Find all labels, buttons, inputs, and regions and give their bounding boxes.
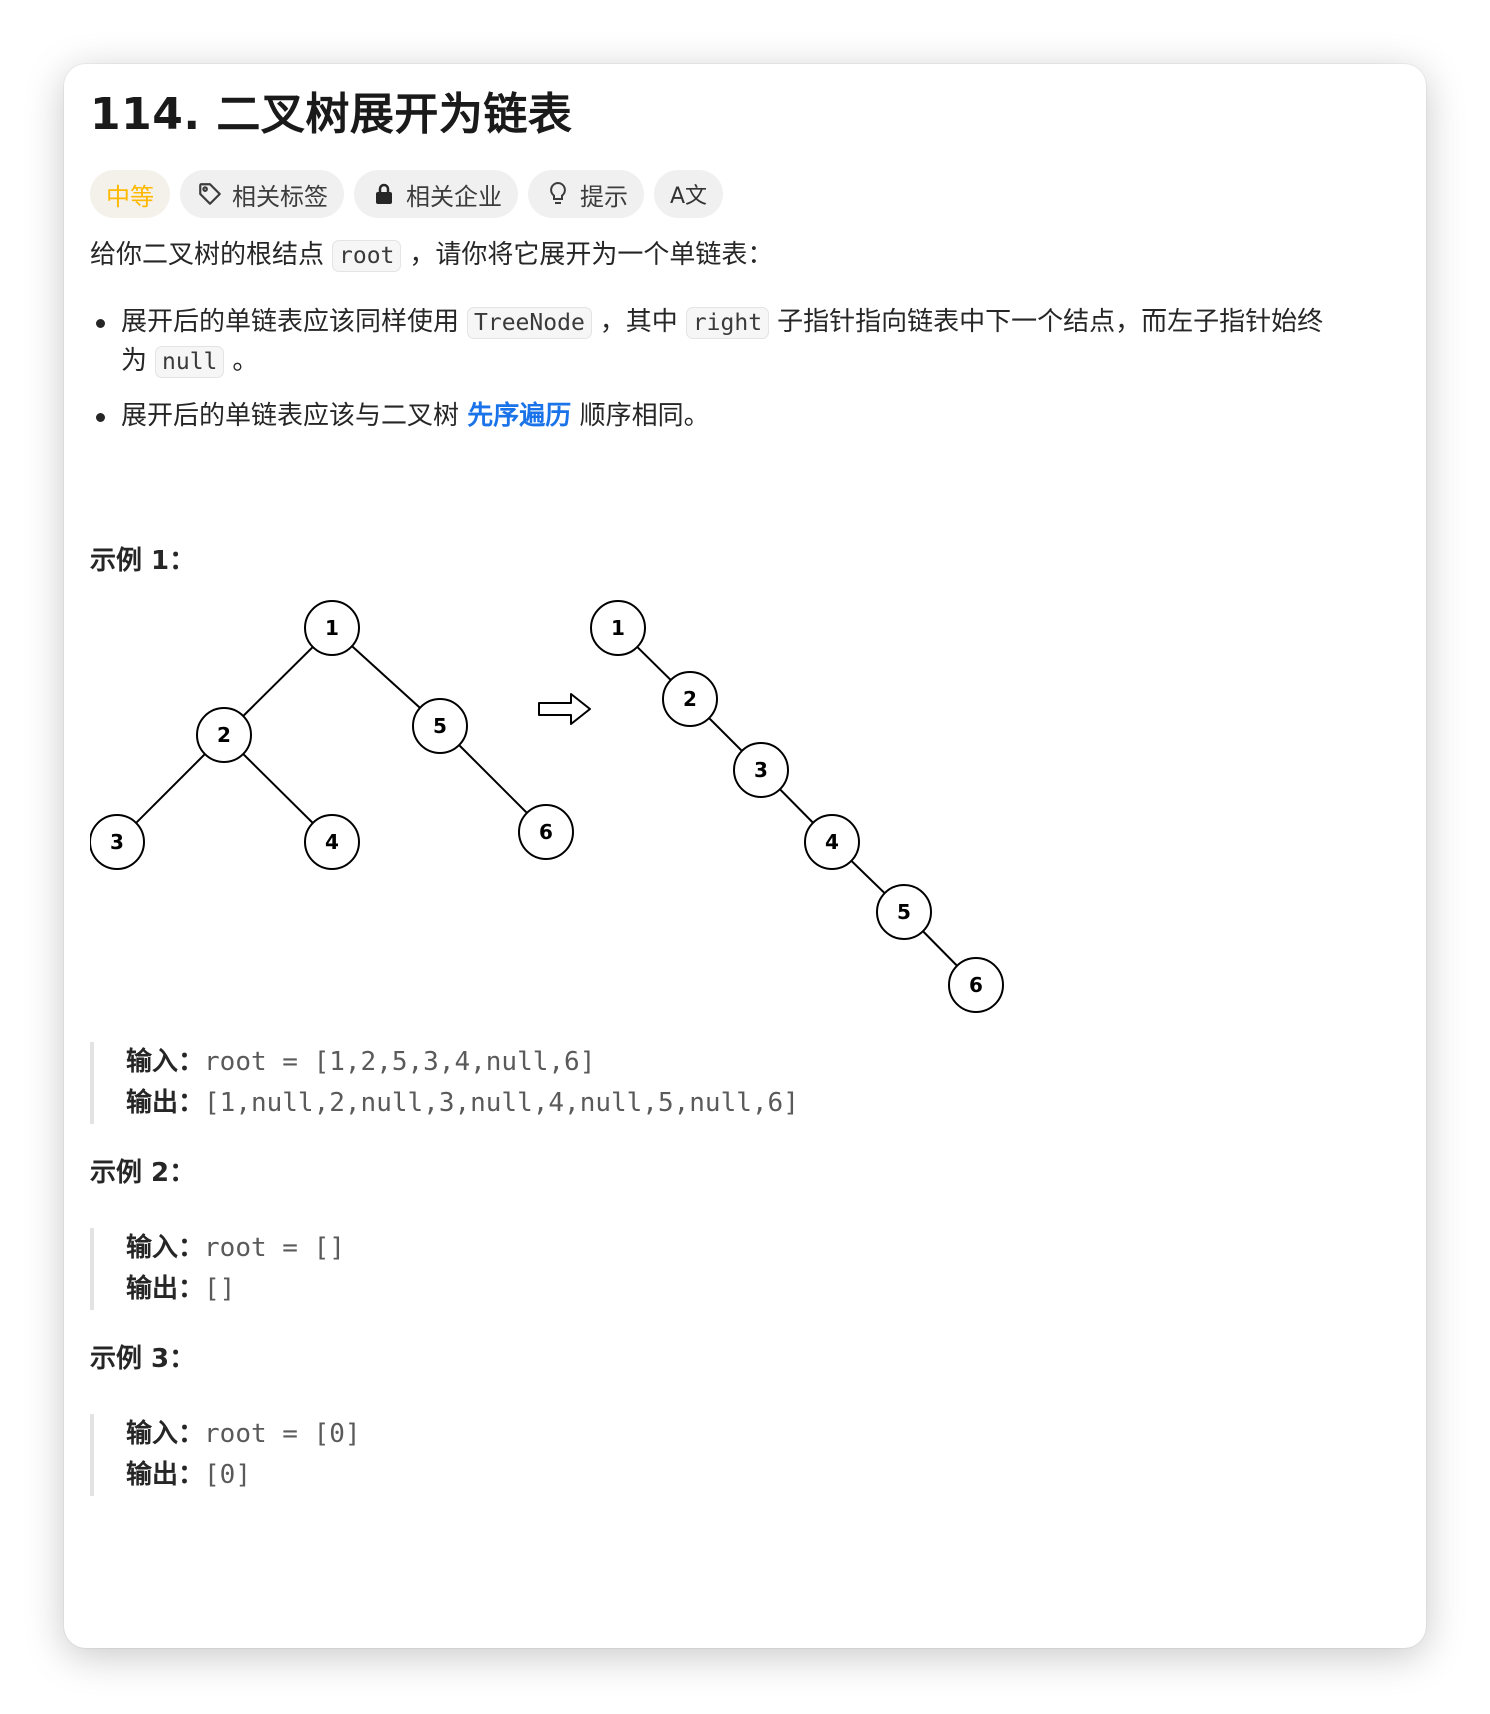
related-tags-label: 相关标签	[232, 182, 328, 211]
tree-node: 6	[518, 804, 574, 860]
page-title: 114. 二叉树展开为链表	[90, 89, 573, 140]
translate-button[interactable]: A文	[654, 170, 724, 218]
hint-button[interactable]: 提示	[528, 170, 644, 218]
tree-nodes: 1 2 5 3 4 6	[90, 600, 574, 870]
svg-text:1: 1	[611, 616, 625, 640]
list-node: 3	[733, 742, 789, 798]
example-2-title: 示例 2：	[90, 1158, 196, 1188]
example-3-block: 输入：root = [0] 输出：[0]	[90, 1414, 361, 1496]
example-1-title: 示例 1：	[90, 546, 196, 576]
related-companies-label: 相关企业	[406, 182, 502, 211]
svg-text:4: 4	[325, 830, 339, 854]
svg-text:2: 2	[683, 687, 697, 711]
bullet-text: 展开后的单链表应该同样使用	[121, 307, 460, 337]
bullet-text: 为	[121, 346, 148, 376]
tree-node: 5	[412, 698, 468, 754]
output-label: 输出：	[126, 1460, 205, 1490]
example-output-line: 输出：[1,null,2,null,3,null,4,null,5,null,6…	[126, 1083, 799, 1124]
output-label: 输出：	[126, 1088, 205, 1118]
related-companies-button[interactable]: 相关企业	[354, 170, 518, 218]
tag-icon	[196, 180, 224, 208]
lightbulb-icon	[544, 180, 572, 208]
output-value: [0]	[204, 1460, 251, 1490]
related-tags-button[interactable]: 相关标签	[180, 170, 344, 218]
svg-text:3: 3	[754, 758, 768, 782]
list-item: 展开后的单链表应该同样使用 TreeNode ，其中 right 子指针指向链表中下一个…	[90, 302, 1400, 386]
bullet-text: 顺序相同。	[579, 401, 710, 431]
example-output-line: 输出：[0]	[126, 1455, 361, 1496]
intro-paragraph: 给你二叉树的根结点 root ，请你将它展开为一个单链表：	[90, 234, 773, 277]
input-value: root = []	[204, 1233, 345, 1263]
list-item: 展开后的单链表应该与二叉树 先序遍历 顺序相同。	[90, 396, 1400, 438]
list-node: 6	[948, 957, 1004, 1013]
code-root: root	[332, 240, 402, 272]
difficulty-badge[interactable]: 中等	[90, 170, 170, 218]
preorder-link[interactable]: 先序遍历	[467, 401, 571, 431]
bullet-line: 为 null。	[121, 341, 258, 383]
bullet-dot	[96, 319, 105, 328]
svg-text:6: 6	[539, 820, 553, 844]
svg-text:3: 3	[110, 830, 124, 854]
input-label: 输入：	[126, 1233, 205, 1263]
input-label: 输入：	[126, 1419, 205, 1449]
intro-text: 给你二叉树的根结点	[90, 240, 325, 270]
example-3-title: 示例 3：	[90, 1344, 196, 1374]
list-node: 5	[876, 884, 932, 940]
example-1-diagram: 1 2 5 3 4 6 1 2 3 4 5 6	[90, 600, 1004, 1013]
svg-text:5: 5	[897, 900, 911, 924]
list-node: 2	[662, 671, 718, 727]
input-value: root = [0]	[204, 1419, 361, 1449]
lock-icon	[370, 180, 398, 208]
tree-node: 2	[196, 707, 252, 763]
svg-text:6: 6	[969, 973, 983, 997]
bullet-text: 。	[232, 346, 259, 376]
bullet-text: 子指针指向链表中下一个结点，而左子指针始终	[777, 307, 1324, 337]
svg-text:2: 2	[217, 723, 231, 747]
svg-text:1: 1	[325, 616, 339, 640]
svg-text:4: 4	[825, 830, 839, 854]
bullet-line: 展开后的单链表应该与二叉树 先序遍历 顺序相同。	[121, 396, 710, 437]
tree-node: 3	[90, 814, 145, 870]
bullet-dot	[96, 413, 105, 422]
example-output-line: 输出：[]	[126, 1269, 345, 1310]
example-2-block: 输入：root = [] 输出：[]	[90, 1228, 345, 1310]
code-right: right	[685, 307, 770, 339]
problem-card: 114. 二叉树展开为链表 中等 相关标签 相关企业 提示 A文 给你二叉树的根…	[64, 64, 1426, 1648]
bullet-text: 展开后的单链表应该与二叉树	[121, 401, 460, 431]
difficulty-label: 中等	[106, 182, 154, 211]
tree-node: 4	[304, 814, 360, 870]
intro-text-end: ，请你将它展开为一个单链表：	[409, 240, 774, 270]
example-input-line: 输入：root = []	[126, 1228, 345, 1269]
tag-bar: 中等 相关标签 相关企业 提示 A文	[90, 170, 724, 218]
list-node: 1	[590, 600, 646, 656]
svg-text:5: 5	[433, 714, 447, 738]
example-input-line: 输入：root = [0]	[126, 1414, 361, 1455]
code-treenode: TreeNode	[467, 307, 592, 339]
output-label: 输出：	[126, 1274, 205, 1304]
output-value: []	[204, 1274, 236, 1304]
arrow-right-icon	[538, 693, 591, 725]
bullet-text: ，其中	[599, 307, 678, 337]
tree-node: 1	[304, 600, 360, 656]
bullet-line: 展开后的单链表应该同样使用 TreeNode ，其中 right 子指针指向链表中下一个…	[121, 302, 1323, 344]
list-node: 4	[804, 814, 860, 870]
example-1-block: 输入：root = [1,2,5,3,4,null,6] 输出：[1,null,…	[90, 1042, 799, 1124]
input-label: 输入：	[126, 1047, 205, 1077]
input-value: root = [1,2,5,3,4,null,6]	[204, 1047, 596, 1077]
code-null: null	[155, 346, 225, 378]
translate-icon: A文	[670, 184, 708, 209]
output-value: [1,null,2,null,3,null,4,null,5,null,6]	[204, 1088, 799, 1118]
hint-label: 提示	[580, 182, 628, 211]
example-input-line: 输入：root = [1,2,5,3,4,null,6]	[126, 1042, 799, 1083]
